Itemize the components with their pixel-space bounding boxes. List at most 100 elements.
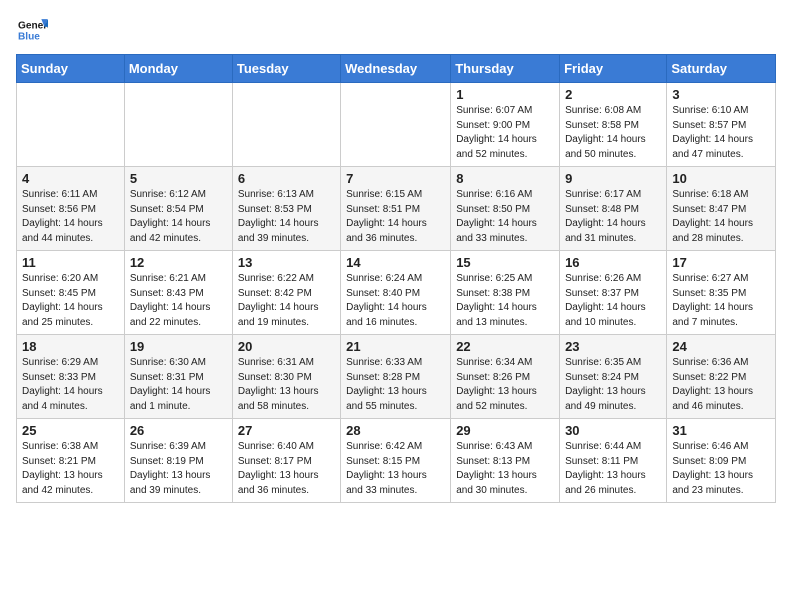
- day-number: 7: [346, 171, 445, 186]
- day-info: Sunrise: 6:33 AM Sunset: 8:28 PM Dayligh…: [346, 356, 445, 414]
- day-cell-24: 24 Sunrise: 6:36 AM Sunset: 8:22 PM Dayli…: [667, 335, 776, 419]
- day-cell-22: 22 Sunrise: 6:34 AM Sunset: 8:26 PM Dayli…: [451, 335, 560, 419]
- day-cell-4: 4 Sunrise: 6:11 AM Sunset: 8:56 PM Daylig…: [17, 167, 125, 251]
- day-number: 31: [672, 423, 770, 438]
- day-info: Sunrise: 6:12 AM Sunset: 8:54 PM Dayligh…: [130, 188, 227, 246]
- day-number: 26: [130, 423, 227, 438]
- day-info: Sunrise: 6:29 AM Sunset: 8:33 PM Dayligh…: [22, 356, 119, 414]
- day-info: Sunrise: 6:25 AM Sunset: 8:38 PM Dayligh…: [456, 272, 554, 330]
- day-info: Sunrise: 6:46 AM Sunset: 8:09 PM Dayligh…: [672, 440, 770, 498]
- day-number: 12: [130, 255, 227, 270]
- day-cell-16: 16Sunrise: 6:26 AM Sunset: 8:37 PM Dayli…: [560, 251, 667, 335]
- day-number: 21: [346, 339, 445, 354]
- weekday-header-row: SundayMondayTuesdayWednesdayThursdayFrid…: [17, 55, 776, 83]
- week-row-5: 25 Sunrise: 6:38 AM Sunset: 8:21 PM Dayli…: [17, 419, 776, 503]
- week-row-4: 18 Sunrise: 6:29 AM Sunset: 8:33 PM Dayli…: [17, 335, 776, 419]
- weekday-header-sunday: Sunday: [17, 55, 125, 83]
- day-number: 30: [565, 423, 661, 438]
- day-info: Sunrise: 6:24 AM Sunset: 8:40 PM Dayligh…: [346, 272, 445, 330]
- day-cell-23: 23Sunrise: 6:35 AM Sunset: 8:24 PM Dayli…: [560, 335, 667, 419]
- day-cell-19: 19 Sunrise: 6:30 AM Sunset: 8:31 PM Dayli…: [124, 335, 232, 419]
- day-number: 28: [346, 423, 445, 438]
- day-cell-12: 12 Sunrise: 6:21 AM Sunset: 8:43 PM Dayli…: [124, 251, 232, 335]
- empty-cell: [341, 83, 451, 167]
- day-info: Sunrise: 6:30 AM Sunset: 8:31 PM Dayligh…: [130, 356, 227, 414]
- logo: General Blue: [16, 16, 48, 44]
- day-cell-15: 15 Sunrise: 6:25 AM Sunset: 8:38 PM Dayli…: [451, 251, 560, 335]
- day-number: 10: [672, 171, 770, 186]
- day-info: Sunrise: 6:13 AM Sunset: 8:53 PM Dayligh…: [238, 188, 335, 246]
- weekday-header-monday: Monday: [124, 55, 232, 83]
- day-number: 13: [238, 255, 335, 270]
- day-info: Sunrise: 6:43 AM Sunset: 8:13 PM Dayligh…: [456, 440, 554, 498]
- day-number: 8: [456, 171, 554, 186]
- page-header: General Blue: [16, 16, 776, 44]
- day-number: 25: [22, 423, 119, 438]
- day-info: Sunrise: 6:39 AM Sunset: 8:19 PM Dayligh…: [130, 440, 227, 498]
- day-info: Sunrise: 6:44 AM Sunset: 8:11 PM Dayligh…: [565, 440, 661, 498]
- day-cell-7: 7 Sunrise: 6:15 AM Sunset: 8:51 PM Daylig…: [341, 167, 451, 251]
- day-info: Sunrise: 6:35 AM Sunset: 8:24 PM Dayligh…: [565, 356, 661, 414]
- day-info: Sunrise: 6:17 AM Sunset: 8:48 PM Dayligh…: [565, 188, 661, 246]
- week-row-1: 1 Sunrise: 6:07 AM Sunset: 9:00 PM Daylig…: [17, 83, 776, 167]
- day-cell-14: 14 Sunrise: 6:24 AM Sunset: 8:40 PM Dayli…: [341, 251, 451, 335]
- weekday-header-friday: Friday: [560, 55, 667, 83]
- day-info: Sunrise: 6:34 AM Sunset: 8:26 PM Dayligh…: [456, 356, 554, 414]
- day-number: 20: [238, 339, 335, 354]
- day-cell-2: 2 Sunrise: 6:08 AM Sunset: 8:58 PM Daylig…: [560, 83, 667, 167]
- day-info: Sunrise: 6:38 AM Sunset: 8:21 PM Dayligh…: [22, 440, 119, 498]
- day-number: 11: [22, 255, 119, 270]
- weekday-header-saturday: Saturday: [667, 55, 776, 83]
- empty-cell: [232, 83, 340, 167]
- day-info: Sunrise: 6:11 AM Sunset: 8:56 PM Dayligh…: [22, 188, 119, 246]
- day-cell-17: 17 Sunrise: 6:27 AM Sunset: 8:35 PM Dayli…: [667, 251, 776, 335]
- day-cell-20: 20 Sunrise: 6:31 AM Sunset: 8:30 PM Dayli…: [232, 335, 340, 419]
- svg-text:Blue: Blue: [18, 31, 40, 42]
- day-number: 17: [672, 255, 770, 270]
- day-cell-25: 25 Sunrise: 6:38 AM Sunset: 8:21 PM Dayli…: [17, 419, 125, 503]
- day-number: 19: [130, 339, 227, 354]
- day-cell-26: 26 Sunrise: 6:39 AM Sunset: 8:19 PM Dayli…: [124, 419, 232, 503]
- day-cell-18: 18 Sunrise: 6:29 AM Sunset: 8:33 PM Dayli…: [17, 335, 125, 419]
- day-info: Sunrise: 6:18 AM Sunset: 8:47 PM Dayligh…: [672, 188, 770, 246]
- day-cell-6: 6 Sunrise: 6:13 AM Sunset: 8:53 PM Daylig…: [232, 167, 340, 251]
- day-info: Sunrise: 6:08 AM Sunset: 8:58 PM Dayligh…: [565, 104, 661, 162]
- day-number: 22: [456, 339, 554, 354]
- day-number: 15: [456, 255, 554, 270]
- day-cell-27: 27Sunrise: 6:40 AM Sunset: 8:17 PM Dayli…: [232, 419, 340, 503]
- day-number: 29: [456, 423, 554, 438]
- day-info: Sunrise: 6:36 AM Sunset: 8:22 PM Dayligh…: [672, 356, 770, 414]
- day-number: 2: [565, 87, 661, 102]
- day-cell-8: 8 Sunrise: 6:16 AM Sunset: 8:50 PM Daylig…: [451, 167, 560, 251]
- day-number: 1: [456, 87, 554, 102]
- day-number: 5: [130, 171, 227, 186]
- day-cell-29: 29 Sunrise: 6:43 AM Sunset: 8:13 PM Dayli…: [451, 419, 560, 503]
- weekday-header-thursday: Thursday: [451, 55, 560, 83]
- day-number: 4: [22, 171, 119, 186]
- day-cell-5: 5 Sunrise: 6:12 AM Sunset: 8:54 PM Daylig…: [124, 167, 232, 251]
- day-number: 18: [22, 339, 119, 354]
- day-number: 6: [238, 171, 335, 186]
- day-info: Sunrise: 6:15 AM Sunset: 8:51 PM Dayligh…: [346, 188, 445, 246]
- day-cell-9: 9 Sunrise: 6:17 AM Sunset: 8:48 PM Daylig…: [560, 167, 667, 251]
- day-info: Sunrise: 6:31 AM Sunset: 8:30 PM Dayligh…: [238, 356, 335, 414]
- day-info: Sunrise: 6:21 AM Sunset: 8:43 PM Dayligh…: [130, 272, 227, 330]
- day-info: Sunrise: 6:07 AM Sunset: 9:00 PM Dayligh…: [456, 104, 554, 162]
- day-info: Sunrise: 6:26 AM Sunset: 8:37 PM Dayligh…: [565, 272, 661, 330]
- day-cell-3: 3Sunrise: 6:10 AM Sunset: 8:57 PM Daylig…: [667, 83, 776, 167]
- day-number: 9: [565, 171, 661, 186]
- day-info: Sunrise: 6:16 AM Sunset: 8:50 PM Dayligh…: [456, 188, 554, 246]
- empty-cell: [17, 83, 125, 167]
- day-cell-28: 28Sunrise: 6:42 AM Sunset: 8:15 PM Dayli…: [341, 419, 451, 503]
- day-cell-10: 10 Sunrise: 6:18 AM Sunset: 8:47 PM Dayli…: [667, 167, 776, 251]
- calendar: SundayMondayTuesdayWednesdayThursdayFrid…: [16, 54, 776, 503]
- empty-cell: [124, 83, 232, 167]
- day-number: 14: [346, 255, 445, 270]
- day-cell-13: 13 Sunrise: 6:22 AM Sunset: 8:42 PM Dayli…: [232, 251, 340, 335]
- weekday-header-tuesday: Tuesday: [232, 55, 340, 83]
- week-row-2: 4 Sunrise: 6:11 AM Sunset: 8:56 PM Daylig…: [17, 167, 776, 251]
- day-info: Sunrise: 6:22 AM Sunset: 8:42 PM Dayligh…: [238, 272, 335, 330]
- day-info: Sunrise: 6:27 AM Sunset: 8:35 PM Dayligh…: [672, 272, 770, 330]
- day-number: 24: [672, 339, 770, 354]
- day-number: 27: [238, 423, 335, 438]
